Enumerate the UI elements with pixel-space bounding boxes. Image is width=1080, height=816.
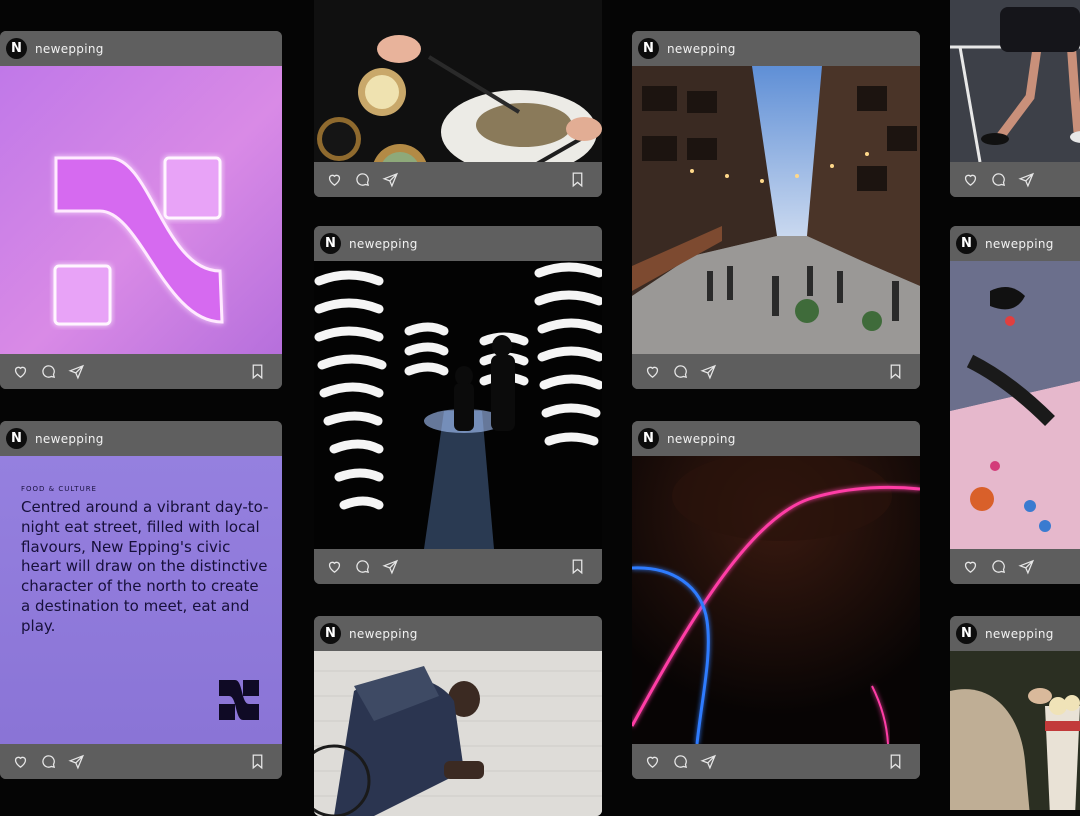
share-icon[interactable] — [700, 363, 717, 380]
post-image-climbing[interactable] — [950, 261, 1080, 549]
account-name[interactable]: newepping — [667, 432, 736, 446]
post-image-cyclist[interactable] — [314, 651, 602, 816]
cyclist-photo — [314, 651, 602, 816]
neon-lines-photo — [632, 456, 920, 744]
post-header: N newepping — [314, 616, 602, 651]
heart-icon[interactable] — [326, 558, 343, 575]
post-neon-logo: N newepping — [0, 31, 282, 389]
climbing-wall-photo — [950, 261, 1080, 549]
post-image-neon-lines[interactable] — [632, 456, 920, 744]
account-name[interactable]: newepping — [985, 237, 1054, 251]
feed-column-3: N newepping N newepping — [632, 0, 920, 810]
comment-icon[interactable] — [354, 558, 371, 575]
post-action-bar — [632, 744, 920, 779]
post-image-eat-street[interactable] — [632, 66, 920, 354]
comment-icon[interactable] — [354, 171, 371, 188]
bookmark-icon[interactable] — [887, 753, 904, 770]
account-logo-icon[interactable]: N — [320, 623, 341, 644]
post-neon-lines: N newepping — [632, 421, 920, 779]
heart-icon[interactable] — [644, 363, 661, 380]
account-name[interactable]: newepping — [349, 237, 418, 251]
account-name[interactable]: newepping — [35, 42, 104, 56]
heart-icon[interactable] — [12, 753, 29, 770]
account-logo-icon[interactable]: N — [956, 233, 977, 254]
post-header: N newepping — [632, 31, 920, 66]
share-icon[interactable] — [68, 363, 85, 380]
share-icon[interactable] — [700, 753, 717, 770]
light-tunnel-photo — [314, 261, 602, 549]
post-header: N newepping — [950, 616, 1080, 651]
heart-icon[interactable] — [644, 753, 661, 770]
comment-icon[interactable] — [672, 363, 689, 380]
post-image-neon-n[interactable] — [0, 66, 282, 354]
feed-column-2: N newepping N newepping — [314, 0, 602, 816]
comment-icon[interactable] — [672, 753, 689, 770]
basketball-court-photo — [950, 0, 1080, 162]
post-action-bar — [0, 744, 282, 779]
account-name[interactable]: newepping — [349, 627, 418, 641]
text-card-body: Centred around a vibrant day-to-night ea… — [21, 498, 269, 635]
post-header: N newepping — [0, 31, 282, 66]
post-text-card: N newepping FOOD & CULTURE Centred aroun… — [0, 421, 282, 779]
text-card-label: FOOD & CULTURE — [21, 485, 97, 493]
account-logo-icon[interactable]: N — [956, 623, 977, 644]
feed-column-1: N newepping N newepping FOOD & CULTURE C… — [0, 0, 282, 810]
post-eat-street: N newepping — [632, 31, 920, 389]
post-image-light-tunnel[interactable] — [314, 261, 602, 549]
post-action-bar — [950, 162, 1080, 197]
heart-icon[interactable] — [962, 171, 979, 188]
account-logo-icon[interactable]: N — [6, 428, 27, 449]
brand-mark-icon — [219, 680, 259, 725]
heart-icon[interactable] — [962, 558, 979, 575]
account-name[interactable]: newepping — [35, 432, 104, 446]
post-action-bar — [0, 354, 282, 389]
eat-street-render — [632, 66, 920, 354]
comment-icon[interactable] — [40, 753, 57, 770]
post-header: N newepping — [950, 226, 1080, 261]
share-icon[interactable] — [1018, 171, 1035, 188]
post-action-bar — [632, 354, 920, 389]
post-action-bar — [314, 162, 602, 197]
post-basketball: N newepping — [950, 0, 1080, 197]
comment-icon[interactable] — [990, 558, 1007, 575]
share-icon[interactable] — [68, 753, 85, 770]
post-header: N newepping — [0, 421, 282, 456]
post-sushi: N newepping — [314, 0, 602, 197]
bookmark-icon[interactable] — [249, 363, 266, 380]
post-popcorn: N newepping — [950, 616, 1080, 810]
bookmark-icon[interactable] — [249, 753, 266, 770]
account-logo-icon[interactable]: N — [638, 428, 659, 449]
heart-icon[interactable] — [12, 363, 29, 380]
feed-column-4: N newepping N newepping — [950, 0, 1080, 810]
share-icon[interactable] — [382, 171, 399, 188]
comment-icon[interactable] — [990, 171, 1007, 188]
popcorn-photo — [950, 651, 1080, 810]
account-name[interactable]: newepping — [985, 627, 1054, 641]
account-logo-icon[interactable]: N — [320, 233, 341, 254]
share-icon[interactable] — [382, 558, 399, 575]
heart-icon[interactable] — [326, 171, 343, 188]
post-image-popcorn[interactable] — [950, 651, 1080, 810]
bookmark-icon[interactable] — [887, 363, 904, 380]
post-image-basketball[interactable] — [950, 0, 1080, 162]
post-light-tunnel: N newepping — [314, 226, 602, 584]
account-logo-icon[interactable]: N — [6, 38, 27, 59]
bookmark-icon[interactable] — [569, 558, 586, 575]
post-text-panel[interactable]: FOOD & CULTURE Centred around a vibrant … — [0, 456, 282, 744]
account-logo-icon[interactable]: N — [638, 38, 659, 59]
share-icon[interactable] — [1018, 558, 1035, 575]
post-header: N newepping — [632, 421, 920, 456]
account-name[interactable]: newepping — [667, 42, 736, 56]
bookmark-icon[interactable] — [569, 171, 586, 188]
post-action-bar — [950, 549, 1080, 584]
comment-icon[interactable] — [40, 363, 57, 380]
sushi-photo — [314, 0, 602, 162]
post-cyclist: N newepping — [314, 616, 602, 816]
neon-n-logo-image — [53, 156, 224, 326]
post-image-sushi[interactable] — [314, 0, 602, 162]
post-header: N newepping — [314, 226, 602, 261]
post-action-bar — [314, 549, 602, 584]
post-climbing: N newepping — [950, 226, 1080, 584]
